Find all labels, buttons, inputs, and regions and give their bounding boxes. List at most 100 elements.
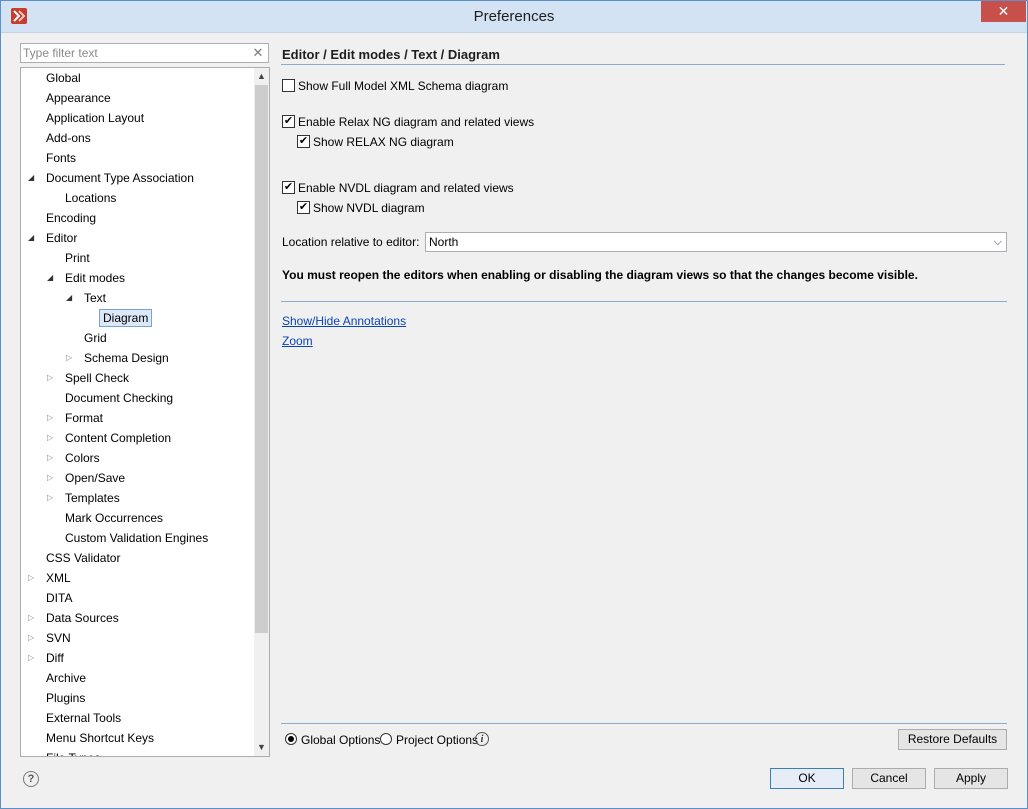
collapsed-arrow-icon[interactable]: ▷ — [47, 408, 57, 428]
location-label: Location relative to editor: — [282, 235, 420, 249]
tree-item[interactable]: CSS Validator — [21, 548, 253, 568]
option-label: Show Full Model XML Schema diagram — [298, 79, 509, 93]
tree-item[interactable]: ◢ Document Type Association — [21, 168, 253, 188]
close-button[interactable]: ✕ — [981, 1, 1026, 22]
tree-item-label: External Tools — [46, 711, 122, 725]
filter-input[interactable] — [23, 45, 248, 61]
tree-item[interactable]: Print — [21, 248, 253, 268]
restore-defaults-button[interactable]: Restore Defaults — [898, 729, 1007, 750]
checkbox[interactable]: ✔ — [282, 181, 295, 194]
tree-item-label: Colors — [65, 451, 100, 465]
tree-item-label: CSS Validator — [46, 551, 121, 565]
tree-item[interactable]: ◢ Editor — [21, 228, 253, 248]
tree-item-label: Diagram — [99, 309, 153, 327]
tree-item[interactable]: ▷ Templates — [21, 488, 253, 508]
tree-item[interactable]: ▷ SVN — [21, 628, 253, 648]
tree-item-label: DITA — [46, 591, 73, 605]
expanded-arrow-icon[interactable]: ◢ — [28, 228, 38, 248]
page-title: Editor / Edit modes / Text / Diagram — [282, 47, 500, 62]
clear-icon[interactable]: ✕ — [251, 45, 265, 61]
tree-item[interactable]: Fonts — [21, 148, 253, 168]
tree-item[interactable]: Application Layout — [21, 108, 253, 128]
tree-item[interactable]: ▷ Open/Save — [21, 468, 253, 488]
tree-item[interactable]: ▷ Colors — [21, 448, 253, 468]
tree-item-label: Encoding — [46, 211, 97, 225]
tree-item[interactable]: ▷ XML — [21, 568, 253, 588]
option-label: Show RELAX NG diagram — [313, 135, 454, 149]
tree-item[interactable]: ▷ Diff — [21, 648, 253, 668]
tree-item-label: Print — [65, 251, 90, 265]
apply-button[interactable]: Apply — [934, 768, 1008, 789]
radio-button[interactable] — [285, 733, 297, 745]
checkbox[interactable]: ✔ — [297, 135, 310, 148]
checkbox[interactable]: ✔ — [282, 115, 295, 128]
scroll-up-icon[interactable]: ▲ — [254, 68, 269, 85]
expanded-arrow-icon[interactable]: ◢ — [66, 288, 76, 308]
tree-item[interactable]: Grid — [21, 328, 253, 348]
tree-item-label: Locations — [65, 191, 117, 205]
scroll-down-icon[interactable]: ▼ — [254, 739, 269, 756]
tree-item-label: Application Layout — [46, 111, 145, 125]
tree-item-label: Archive — [46, 671, 87, 685]
tree-item[interactable]: ▷ Content Completion — [21, 428, 253, 448]
tree-item[interactable]: ◢ Text — [21, 288, 253, 308]
tree-item-label: Text — [84, 291, 107, 305]
expanded-arrow-icon[interactable]: ◢ — [47, 268, 57, 288]
option-label: Enable NVDL diagram and related views — [298, 181, 514, 195]
collapsed-arrow-icon[interactable]: ▷ — [28, 628, 38, 648]
ok-button[interactable]: OK — [770, 768, 844, 789]
tree-item[interactable]: Archive — [21, 668, 253, 688]
tree-item[interactable]: ▷ Schema Design — [21, 348, 253, 368]
collapsed-arrow-icon[interactable]: ▷ — [47, 368, 57, 388]
location-select[interactable]: North ⌵ — [425, 232, 1007, 252]
preferences-tree: Global Appearance Application Layout Add-on… — [20, 67, 270, 757]
tree-item[interactable]: Menu Shortcut Keys — [21, 728, 253, 748]
cancel-button[interactable]: Cancel — [852, 768, 926, 789]
tree-item[interactable]: File Types — [21, 748, 253, 756]
tree-item-label: Diff — [46, 651, 64, 665]
tree-item[interactable]: Document Checking — [21, 388, 253, 408]
tree-item[interactable]: Plugins — [21, 688, 253, 708]
tree-item[interactable]: ◢ Edit modes — [21, 268, 253, 288]
divider — [281, 301, 1007, 302]
info-icon[interactable]: i — [475, 732, 489, 746]
tree-item-label: Global — [46, 71, 81, 85]
tree-item[interactable]: External Tools — [21, 708, 253, 728]
tree-item[interactable]: Diagram — [21, 308, 253, 328]
collapsed-arrow-icon[interactable]: ▷ — [47, 428, 57, 448]
scroll-thumb[interactable] — [255, 85, 268, 633]
window-title: Preferences — [473, 8, 555, 25]
tree-item[interactable]: Custom Validation Engines — [21, 528, 253, 548]
tree-item[interactable]: Encoding — [21, 208, 253, 228]
checkbox[interactable] — [282, 79, 295, 92]
collapsed-arrow-icon[interactable]: ▷ — [66, 348, 76, 368]
tree-item[interactable]: Mark Occurrences — [21, 508, 253, 528]
tree-item[interactable]: ▷ Format — [21, 408, 253, 428]
tree-scrollbar[interactable]: ▲ ▼ — [254, 68, 269, 756]
tree-item[interactable]: Add-ons — [21, 128, 253, 148]
reopen-notice: You must reopen the editors when enablin… — [282, 268, 918, 282]
tree-item[interactable]: DITA — [21, 588, 253, 608]
zoom-link[interactable]: Zoom — [282, 333, 313, 349]
checkbox[interactable]: ✔ — [297, 201, 310, 214]
divider — [281, 64, 1005, 65]
tree-item-label: Content Completion — [65, 431, 172, 445]
expanded-arrow-icon[interactable]: ◢ — [28, 168, 38, 188]
tree-item[interactable]: Global — [21, 68, 253, 88]
collapsed-arrow-icon[interactable]: ▷ — [28, 568, 38, 588]
collapsed-arrow-icon[interactable]: ▷ — [28, 608, 38, 628]
tree-item[interactable]: Locations — [21, 188, 253, 208]
collapsed-arrow-icon[interactable]: ▷ — [47, 448, 57, 468]
help-icon[interactable]: ? — [23, 771, 39, 787]
show-hide-annotations-link[interactable]: Show/Hide Annotations — [282, 313, 406, 329]
filter-field[interactable]: ✕ — [20, 43, 269, 63]
tree-item[interactable]: ▷ Spell Check — [21, 368, 253, 388]
divider — [281, 723, 1007, 724]
tree-item[interactable]: ▷ Data Sources — [21, 608, 253, 628]
tree-item-label: Document Type Association — [46, 171, 194, 185]
radio-button[interactable] — [380, 733, 392, 745]
collapsed-arrow-icon[interactable]: ▷ — [28, 648, 38, 668]
collapsed-arrow-icon[interactable]: ▷ — [47, 488, 57, 508]
tree-item[interactable]: Appearance — [21, 88, 253, 108]
collapsed-arrow-icon[interactable]: ▷ — [47, 468, 57, 488]
